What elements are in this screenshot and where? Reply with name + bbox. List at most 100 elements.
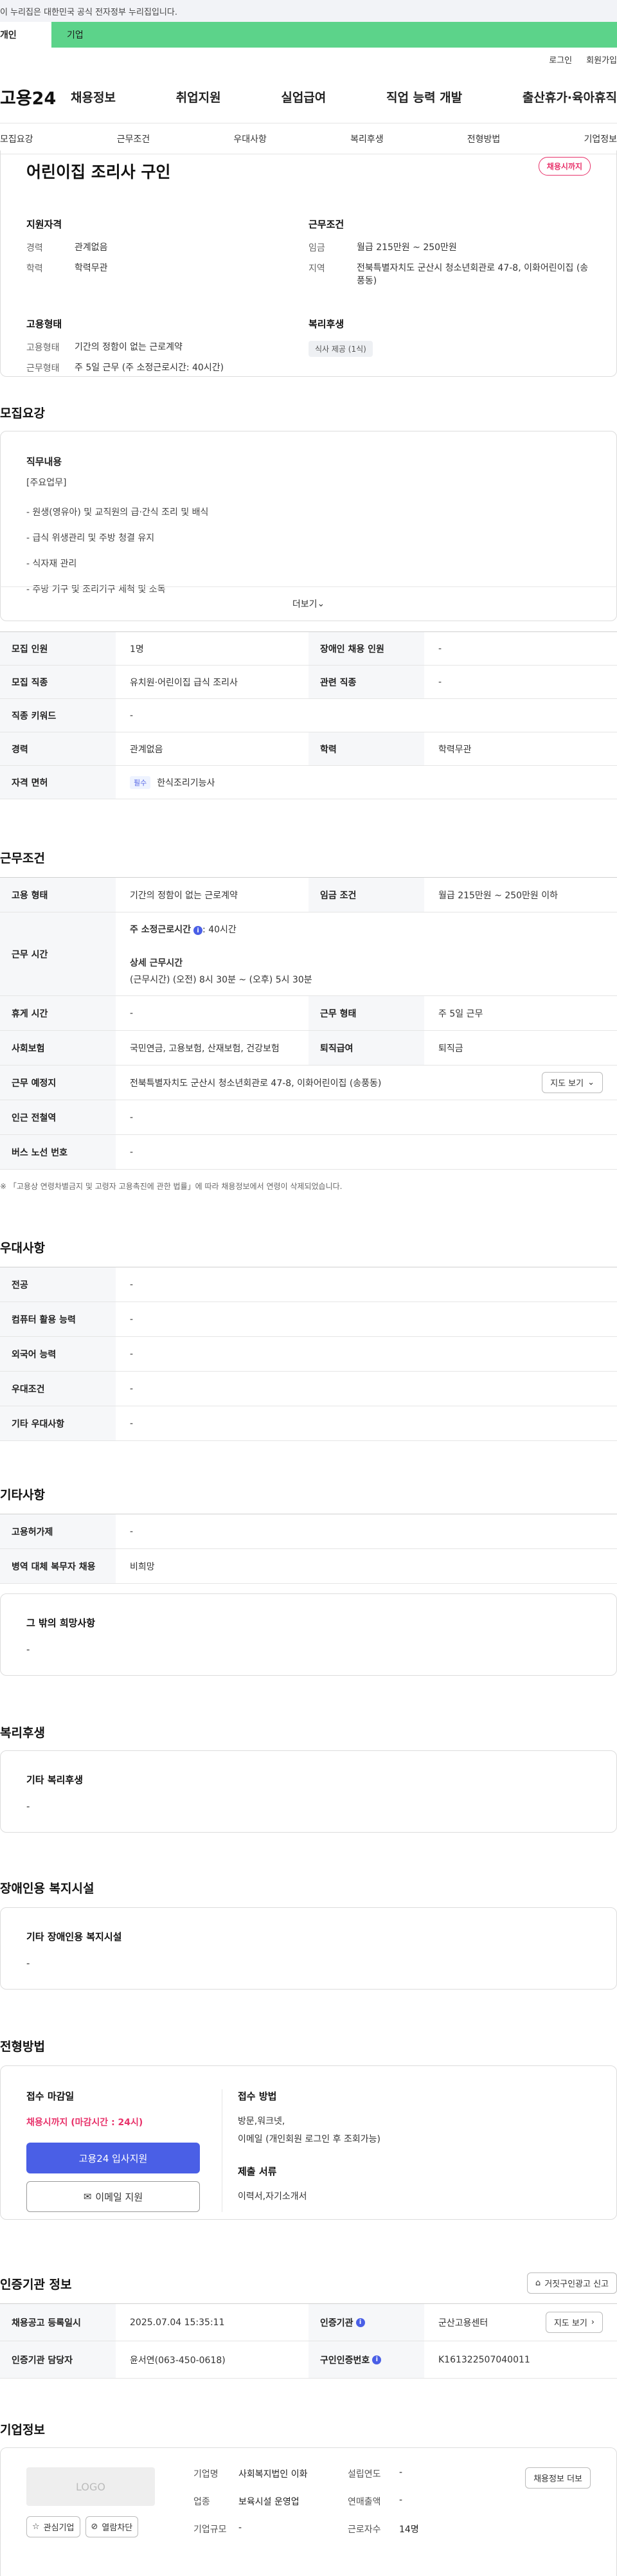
keyword-value: - (130, 710, 134, 721)
related-job-value: - (438, 676, 442, 687)
emp-type-value: 기간의 정함이 없는 근로계약 (130, 890, 238, 901)
rest-label: 휴게 시간 (0, 996, 116, 1030)
map-button[interactable]: 지도 보기 ⌄ (542, 1072, 603, 1093)
employment-type-block: 고용형태 고용형태 기간의 정함이 없는 근로계약 근무형태 주 5일 근무 (주 … (26, 317, 308, 382)
career-label: 경력 (26, 243, 43, 253)
menu-item-unemployment[interactable]: 실업급여 (281, 88, 326, 105)
more-button[interactable]: 더보기 ⌄ (0, 586, 617, 620)
section-title-process: 전형방법 (0, 2040, 45, 2054)
job-category-value: 유치원·어린이집 급식 조리사 (130, 677, 238, 688)
etc-value: - (130, 1526, 134, 1537)
block-button[interactable]: ⊘ 열람차단 (85, 2516, 139, 2537)
reg-date-label: 채용공고 등록일시 (0, 2304, 116, 2341)
favorite-button[interactable]: ☆ 관심기업 (26, 2516, 80, 2537)
count-label: 모집 인원 (0, 632, 116, 665)
founded-value: - (399, 2467, 403, 2478)
site-logo[interactable]: 고용24 (0, 84, 71, 109)
age-note: ※ 「고용상 연령차별금지 및 고령자 고용촉진에 관한 법률」에 따라 채용정… (0, 1182, 343, 1191)
tab-individual[interactable]: 개인 (0, 22, 51, 48)
employment-type-title: 고용형태 (26, 318, 62, 330)
section-nav-recruit[interactable]: 모집요강 (0, 132, 33, 145)
etc-label: 고용허가제 (0, 1514, 116, 1548)
email-apply-label: 이메일 지원 (95, 2191, 143, 2203)
education-req-value: 학력무관 (438, 744, 472, 755)
gov-banner: 이 누리집은 대한민국 공식 전자정부 누리집입니다. (0, 0, 617, 22)
report-button[interactable]: ⌂ 거짓구인광고 신고 (526, 2272, 617, 2294)
bus-label: 버스 노선 번호 (0, 1135, 116, 1169)
info-icon[interactable]: i (372, 2355, 382, 2364)
qualification-block: 지원자격 경력 관계없음 학력 학력무관 (26, 217, 308, 295)
utility-bar: 로그인 회원가입 (0, 48, 617, 71)
license-value: 한식조리기능사 (157, 777, 215, 788)
email-apply-button[interactable]: ✉ 이메일 지원 (26, 2181, 200, 2212)
agency-label: 인증기관 (320, 2317, 353, 2328)
menu-item-leave[interactable]: 출산휴가·육아휴직 (523, 88, 617, 105)
pref-value: - (130, 1418, 134, 1429)
duty-line: [주요업무] (26, 478, 67, 488)
welfare-block: 복리후생 식사 제공 (1식) (308, 317, 591, 382)
menu-item-support[interactable]: 취업지원 (176, 88, 221, 105)
qualification-title: 지원자격 (26, 219, 62, 230)
other-wish-title: 그 밖의 희망사항 (26, 1617, 96, 1629)
agency-table: 채용공고 등록일시 2025.07.04 15:35:11 인증기관 i 군산고용… (0, 2303, 617, 2379)
insurance-label: 사회보험 (0, 1031, 116, 1065)
menu-item-jobs[interactable]: 채용정보 (71, 88, 116, 105)
workplace-value: 전북특별자치도 군산시 청소년회관로 47-8, 이화어린이집 (송풍동) (130, 1078, 382, 1089)
disability-card: 기타 장애인용 복지시설 - (0, 1907, 617, 1990)
signup-link[interactable]: 회원가입 (586, 53, 617, 66)
pref-value: - (130, 1383, 134, 1394)
section-nav-welfare[interactable]: 복리후생 (350, 132, 384, 145)
section-nav-conditions[interactable]: 근무조건 (117, 132, 150, 145)
login-link[interactable]: 로그인 (549, 53, 572, 66)
section-nav-company[interactable]: 기업정보 (584, 132, 617, 145)
career-req-value: 관계없음 (130, 744, 163, 755)
founded-label: 설립연도 (348, 2469, 381, 2480)
employees-label: 근로자수 (348, 2525, 381, 2535)
reg-date-value: 2025.07.04 15:35:11 (130, 2317, 225, 2328)
manager-value: 윤서연(063-450-0618) (130, 2355, 226, 2366)
section-title-welfare: 복리후생 (0, 1726, 45, 1740)
docs-title: 제출 서류 (238, 2166, 277, 2177)
job-title: 어린이집 조리사 구인 (26, 163, 171, 181)
section-nav-process[interactable]: 전형방법 (467, 132, 501, 145)
docs-value: 이력서,자기소개서 (238, 2191, 307, 2202)
required-tag: 필수 (130, 776, 151, 789)
agency-map-button[interactable]: 지도 보기 › (545, 2312, 603, 2333)
duty-line: - 원생(영유아) 및 교직원의 급·간식 조리 및 배식 (26, 507, 209, 518)
weekly-hours-value: : 40시간 (202, 924, 237, 935)
welfare-chip: 식사 제공 (1식) (308, 341, 373, 357)
wage-label: 임금 (308, 243, 325, 253)
apply-button[interactable]: 고용24 입사지원 (26, 2143, 200, 2173)
subway-label: 인근 전철역 (0, 1100, 116, 1134)
employees-value: 14명 (399, 2525, 419, 2535)
info-icon[interactable]: i (355, 2317, 365, 2327)
method-title: 접수 방법 (238, 2091, 277, 2102)
agency-value: 군산고용센터 (438, 2317, 488, 2328)
welfare-title: 복리후생 (308, 318, 344, 330)
job-summary-card: 어린이집 조리사 구인 채용시까지 지원자격 경력 관계없음 학력 학력무관 근무조… (0, 150, 617, 377)
agency-map-label: 지도 보기 (553, 2319, 587, 2328)
company-name-value: 사회복지법인 이화 (238, 2469, 308, 2480)
cert-no-value: K161322507040011 (438, 2354, 530, 2365)
info-icon[interactable]: i (193, 926, 203, 935)
section-nav-preference[interactable]: 우대사항 (233, 132, 267, 145)
career-value: 관계없음 (75, 242, 108, 253)
duty-title: 직무내용 (26, 456, 62, 467)
menu-item-training[interactable]: 직업 능력 개발 (386, 88, 462, 105)
report-label: 거짓구인광고 신고 (544, 2280, 609, 2289)
location-label: 지역 (308, 264, 325, 274)
company-name-label: 기업명 (193, 2469, 219, 2480)
disabled-count-label: 장애인 채용 인원 (308, 632, 424, 665)
welfare-other-title: 기타 복리후생 (26, 1774, 84, 1786)
wage-value: 월급 215만원 ~ 250만원 (357, 242, 457, 253)
other-wish-card: 그 밖의 희망사항 - (0, 1593, 617, 1676)
count-value: 1명 (130, 644, 144, 655)
company-jobs-button[interactable]: 채용정보 더보 (525, 2467, 591, 2489)
block-label: 열람차단 (102, 2523, 133, 2533)
size-value: - (238, 2523, 242, 2533)
apply-card: 접수 마감일 채용시까지 (마감시간 : 24시) 고용24 입사지원 ✉ 이메일… (0, 2065, 617, 2220)
tab-business[interactable]: 기업 (51, 22, 617, 48)
detail-hours-label: 상세 근무시간 (130, 957, 183, 968)
section-title-disability: 장애인용 복지시설 (0, 1882, 94, 1896)
pref-label: 전공 (0, 1267, 116, 1302)
